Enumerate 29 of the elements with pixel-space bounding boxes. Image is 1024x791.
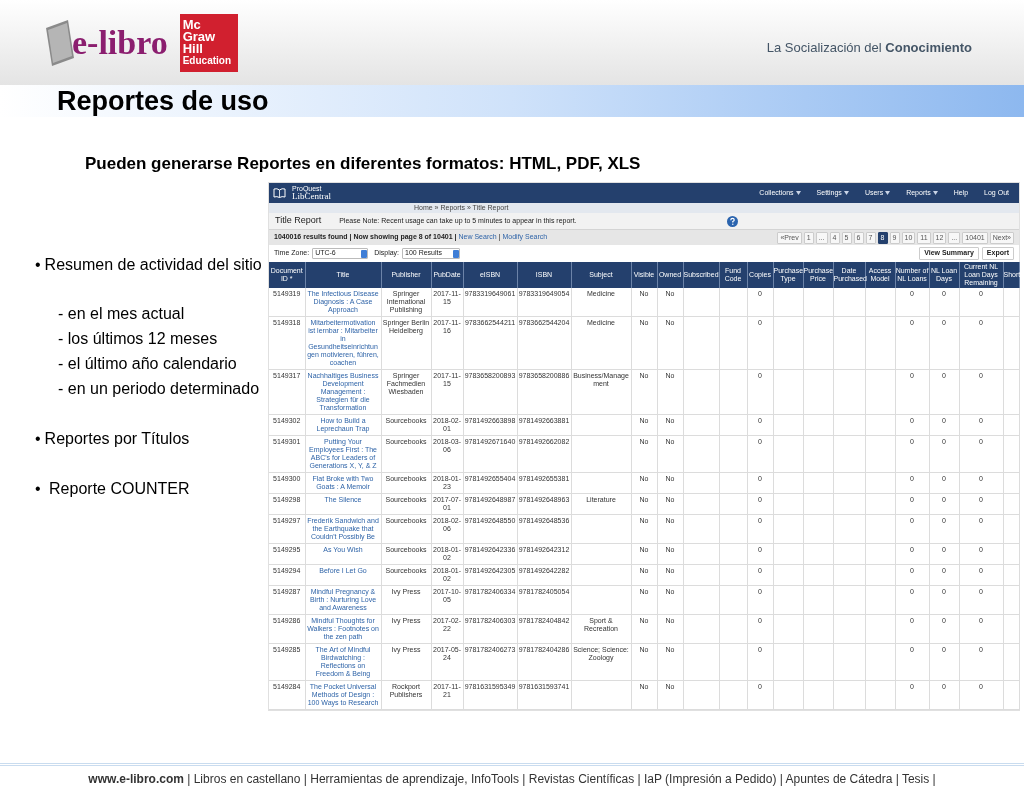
bullet-text: Reportes por Títulos <box>44 429 190 449</box>
footer-text: www.e-libro.com | Libros en castellano | Herramientas de aprendizaje, InfoTools | Revistas Científicas | IaP (Impresión a Pedido) | Apuntes de Cátedra | Tesis | <box>88 770 936 788</box>
caret-icon <box>885 191 891 195</box>
sub-item-text: - en el mes actual <box>58 304 186 324</box>
caret-icon <box>932 191 938 195</box>
tagline: La Socialización del Conocimiento <box>766 38 972 57</box>
bullet-marker: • <box>35 479 41 499</box>
sub-item-text: - los últimos 12 meses <box>58 329 219 349</box>
report-title: Title Report <box>275 214 322 228</box>
select-arrows-icon <box>452 249 459 258</box>
page-title: Reportes de uso <box>57 87 269 115</box>
publisher-logo-text: Hill <box>182 42 203 55</box>
publisher-logo-text: Mc <box>182 18 202 31</box>
sub-item-text: - el último año calendario <box>58 354 238 374</box>
bullet-text: Reporte COUNTER <box>48 479 190 499</box>
sub-item-text: - en un periodo determinado <box>58 379 261 399</box>
bullet-marker: • <box>35 429 41 449</box>
caret-icon <box>795 191 801 195</box>
open-book-icon <box>273 188 286 198</box>
help-icon[interactable] <box>726 215 738 227</box>
brand-name: LibCentral <box>292 192 331 201</box>
subtitle: Pueden generarse Reportes en diferentes formatos: HTML, PDF, XLS <box>85 155 642 172</box>
publisher-logo-text: Graw <box>182 30 217 43</box>
bullet-marker: • <box>35 255 41 275</box>
logo-text: e-libro <box>72 25 168 60</box>
caret-icon <box>843 191 849 195</box>
select-arrows-icon <box>360 249 367 258</box>
bullet-text: Resumen de actividad del sitio <box>44 255 262 275</box>
publisher-logo-text: Education <box>182 54 233 67</box>
